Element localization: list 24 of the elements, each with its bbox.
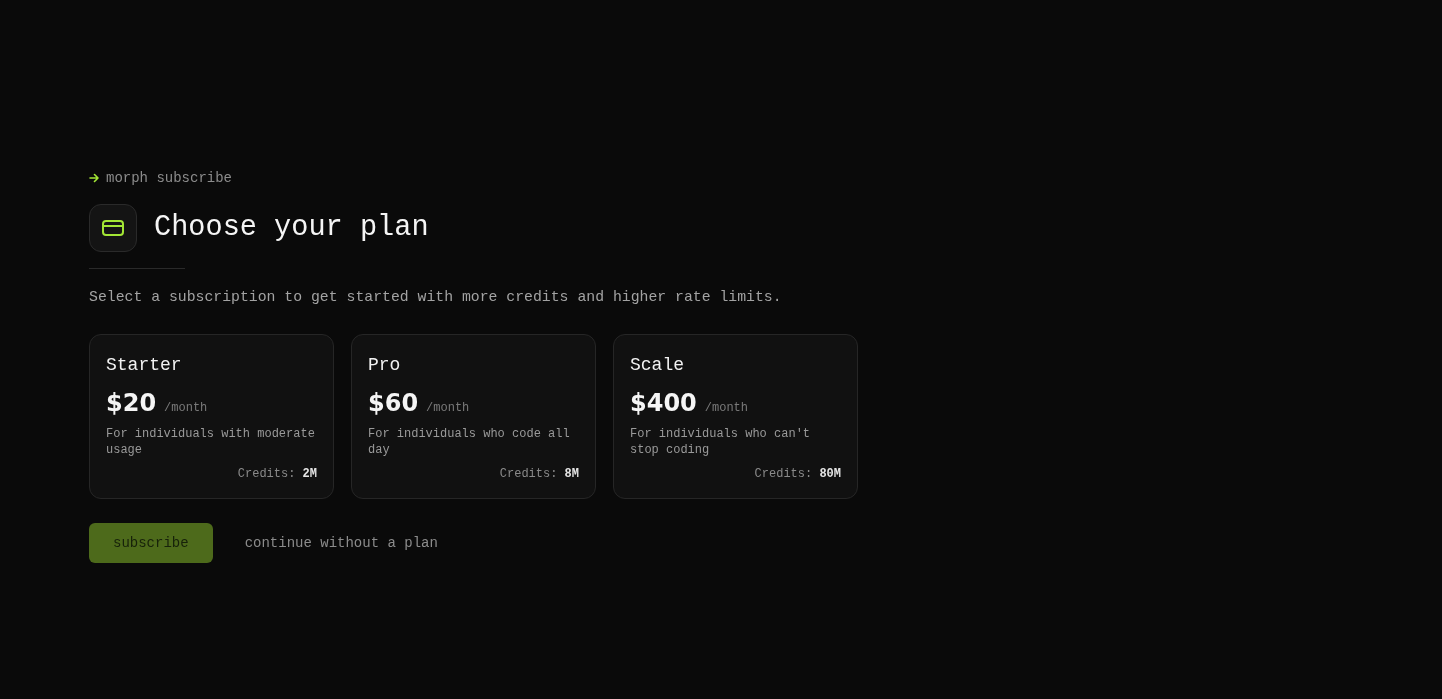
price-period: /month	[164, 400, 208, 417]
plan-card[interactable]: Starter $20 /month For individuals with moderate usage Credits: 2M	[89, 334, 334, 499]
page-title: Choose your plan	[154, 210, 429, 246]
plan-card[interactable]: Scale $400 /month For individuals who can't stop coding Credits: 80M	[613, 334, 858, 499]
page-description: Select a subscription to get started with more credits and higher rate limits.	[89, 288, 782, 307]
plan-price: $20	[106, 388, 157, 419]
plan-credits: Credits: 80M	[754, 466, 841, 482]
plan-description: For individuals who code all day	[368, 426, 571, 458]
arrow-right-icon	[89, 173, 99, 183]
plan-credits: Credits: 8M	[499, 466, 579, 482]
plan-price: $400	[630, 388, 697, 419]
plan-name: Pro	[368, 354, 401, 377]
credit-card-icon	[102, 220, 124, 236]
plan-name: Starter	[106, 354, 182, 377]
continue-without-plan-link[interactable]: continue without a plan	[244, 532, 438, 554]
plan-price: $60	[368, 388, 419, 419]
plan-card[interactable]: Pro $60 /month For individuals who code all day Credits: 8M	[351, 334, 596, 499]
plan-description: For individuals with moderate usage	[106, 426, 316, 458]
plan-name: Scale	[630, 354, 684, 377]
plan-credits: Credits: 2M	[237, 466, 317, 482]
price-period: /month	[426, 400, 470, 417]
command-prompt: morph subscribe	[106, 169, 233, 188]
price-period: /month	[704, 400, 748, 417]
plan-description: For individuals who can't stop coding	[630, 426, 812, 458]
